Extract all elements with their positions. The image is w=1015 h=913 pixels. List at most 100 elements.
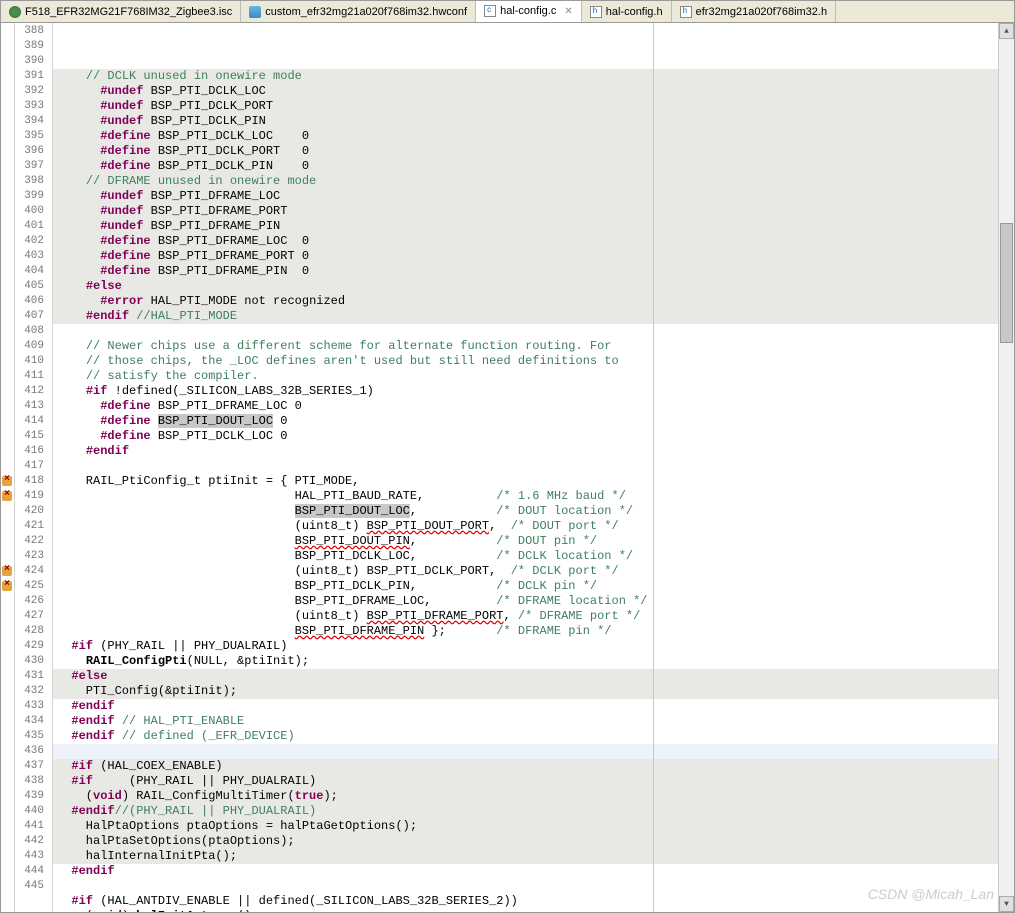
c-file-icon: [484, 5, 496, 17]
code-line[interactable]: #endif // defined (_EFR_DEVICE): [53, 729, 998, 744]
code-line[interactable]: (uint8_t) BSP_PTI_DOUT_PORT, /* DOUT por…: [53, 519, 998, 534]
line-number: 443: [15, 849, 52, 864]
vertical-scrollbar[interactable]: ▲ ▼: [998, 23, 1014, 912]
code-line[interactable]: #define BSP_PTI_DCLK_PIN 0: [53, 159, 998, 174]
code-line[interactable]: // those chips, the _LOC defines aren't …: [53, 354, 998, 369]
line-number: 424: [15, 564, 52, 579]
line-number: 442: [15, 834, 52, 849]
code-line[interactable]: #undef BSP_PTI_DCLK_PORT: [53, 99, 998, 114]
code-line[interactable]: BSP_PTI_DFRAME_LOC, /* DFRAME location *…: [53, 594, 998, 609]
tab-2[interactable]: hal-config.c✕: [476, 1, 582, 22]
tab-label: hal-config.h: [606, 6, 663, 18]
code-line[interactable]: #define BSP_PTI_DCLK_LOC 0: [53, 129, 998, 144]
code-line[interactable]: halPtaSetOptions(ptaOptions);: [53, 834, 998, 849]
line-number: 410: [15, 354, 52, 369]
marker-slot: [1, 669, 14, 684]
code-line[interactable]: #if (HAL_COEX_ENABLE): [53, 759, 998, 774]
error-marker-icon[interactable]: [1, 489, 14, 504]
code-line[interactable]: #endif: [53, 699, 998, 714]
code-line[interactable]: #undef BSP_PTI_DCLK_LOC: [53, 84, 998, 99]
code-line[interactable]: [53, 459, 998, 474]
marker-slot: [1, 24, 14, 39]
code-line[interactable]: #define BSP_PTI_DFRAME_LOC 0: [53, 399, 998, 414]
code-line[interactable]: BSP_PTI_DFRAME_PIN }; /* DFRAME pin */: [53, 624, 998, 639]
tab-4[interactable]: efr32mg21a020f768im32.h: [672, 1, 836, 22]
code-line[interactable]: [53, 879, 998, 894]
line-number: 409: [15, 339, 52, 354]
code-line[interactable]: #error HAL_PTI_MODE not recognized: [53, 294, 998, 309]
line-number: 391: [15, 69, 52, 84]
tab-3[interactable]: hal-config.h: [582, 1, 672, 22]
tab-1[interactable]: custom_efr32mg21a020f768im32.hwconf: [241, 1, 476, 22]
code-line[interactable]: (void) halInitAntenna();: [53, 909, 998, 912]
line-number: 399: [15, 189, 52, 204]
code-line[interactable]: #define BSP_PTI_DFRAME_LOC 0: [53, 234, 998, 249]
code-line[interactable]: HalPtaOptions ptaOptions = halPtaGetOpti…: [53, 819, 998, 834]
code-line[interactable]: #define BSP_PTI_DCLK_PORT 0: [53, 144, 998, 159]
marker-slot: [1, 594, 14, 609]
code-line[interactable]: #if (HAL_ANTDIV_ENABLE || defined(_SILIC…: [53, 894, 998, 909]
code-line[interactable]: BSP_PTI_DOUT_LOC, /* DOUT location */: [53, 504, 998, 519]
code-line[interactable]: #else: [53, 669, 998, 684]
code-line[interactable]: RAIL_PtiConfig_t ptiInit = { PTI_MODE,: [53, 474, 998, 489]
code-line[interactable]: // Newer chips use a different scheme fo…: [53, 339, 998, 354]
line-number: 440: [15, 804, 52, 819]
line-number: 393: [15, 99, 52, 114]
code-editor[interactable]: 3883893903913923933943953963973983994004…: [1, 23, 1014, 912]
error-marker-icon[interactable]: [1, 579, 14, 594]
marker-slot: [1, 774, 14, 789]
marker-slot: [1, 399, 14, 414]
scroll-down-button[interactable]: ▼: [999, 896, 1014, 912]
code-line[interactable]: RAIL_ConfigPti(NULL, &ptiInit);: [53, 654, 998, 669]
line-number: 444: [15, 864, 52, 879]
code-line[interactable]: (uint8_t) BSP_PTI_DCLK_PORT, /* DCLK por…: [53, 564, 998, 579]
scroll-up-button[interactable]: ▲: [999, 23, 1014, 39]
tab-0[interactable]: F518_EFR32MG21F768IM32_Zigbee3.isc: [1, 1, 241, 22]
code-line[interactable]: #if (PHY_RAIL || PHY_DUALRAIL): [53, 639, 998, 654]
marker-slot: [1, 144, 14, 159]
code-line[interactable]: // DFRAME unused in onewire mode: [53, 174, 998, 189]
code-line[interactable]: #define BSP_PTI_DCLK_LOC 0: [53, 429, 998, 444]
scrollbar-thumb[interactable]: [1000, 223, 1013, 343]
code-line[interactable]: [53, 744, 998, 759]
code-line[interactable]: BSP_PTI_DOUT_PIN, /* DOUT pin */: [53, 534, 998, 549]
code-line[interactable]: PTI_Config(&ptiInit);: [53, 684, 998, 699]
code-line[interactable]: #endif //HAL_PTI_MODE: [53, 309, 998, 324]
close-icon[interactable]: ✕: [564, 6, 572, 17]
code-line[interactable]: HAL_PTI_BAUD_RATE, /* 1.6 MHz baud */: [53, 489, 998, 504]
code-line[interactable]: BSP_PTI_DCLK_LOC, /* DCLK location */: [53, 549, 998, 564]
code-line[interactable]: #undef BSP_PTI_DFRAME_PORT: [53, 204, 998, 219]
hw-file-icon: [249, 6, 261, 18]
code-line[interactable]: #endif//(PHY_RAIL || PHY_DUALRAIL): [53, 804, 998, 819]
line-number: 437: [15, 759, 52, 774]
code-line[interactable]: #if (PHY_RAIL || PHY_DUALRAIL): [53, 774, 998, 789]
code-line[interactable]: #if !defined(_SILICON_LABS_32B_SERIES_1): [53, 384, 998, 399]
code-line[interactable]: #define BSP_PTI_DOUT_LOC 0: [53, 414, 998, 429]
code-line[interactable]: (void) RAIL_ConfigMultiTimer(true);: [53, 789, 998, 804]
code-area[interactable]: // DCLK unused in onewire mode #undef BS…: [53, 23, 998, 912]
line-number: 439: [15, 789, 52, 804]
marker-slot: [1, 789, 14, 804]
code-line[interactable]: #endif: [53, 864, 998, 879]
tab-label: custom_efr32mg21a020f768im32.hwconf: [265, 6, 467, 18]
marker-slot: [1, 624, 14, 639]
code-line[interactable]: #define BSP_PTI_DFRAME_PIN 0: [53, 264, 998, 279]
code-line[interactable]: #else: [53, 279, 998, 294]
code-line[interactable]: #endif: [53, 444, 998, 459]
code-line[interactable]: (uint8_t) BSP_PTI_DFRAME_PORT, /* DFRAME…: [53, 609, 998, 624]
code-line[interactable]: #define BSP_PTI_DFRAME_PORT 0: [53, 249, 998, 264]
code-line[interactable]: // DCLK unused in onewire mode: [53, 69, 998, 84]
marker-slot: [1, 609, 14, 624]
line-number: 418: [15, 474, 52, 489]
code-line[interactable]: #undef BSP_PTI_DFRAME_PIN: [53, 219, 998, 234]
code-line[interactable]: // satisfy the compiler.: [53, 369, 998, 384]
line-number: 435: [15, 729, 52, 744]
code-line[interactable]: [53, 324, 998, 339]
line-number: 406: [15, 294, 52, 309]
marker-slot: [1, 729, 14, 744]
code-line[interactable]: #undef BSP_PTI_DCLK_PIN: [53, 114, 998, 129]
code-line[interactable]: #undef BSP_PTI_DFRAME_LOC: [53, 189, 998, 204]
code-line[interactable]: halInternalInitPta();: [53, 849, 998, 864]
code-line[interactable]: BSP_PTI_DCLK_PIN, /* DCLK pin */: [53, 579, 998, 594]
code-line[interactable]: #endif // HAL_PTI_ENABLE: [53, 714, 998, 729]
